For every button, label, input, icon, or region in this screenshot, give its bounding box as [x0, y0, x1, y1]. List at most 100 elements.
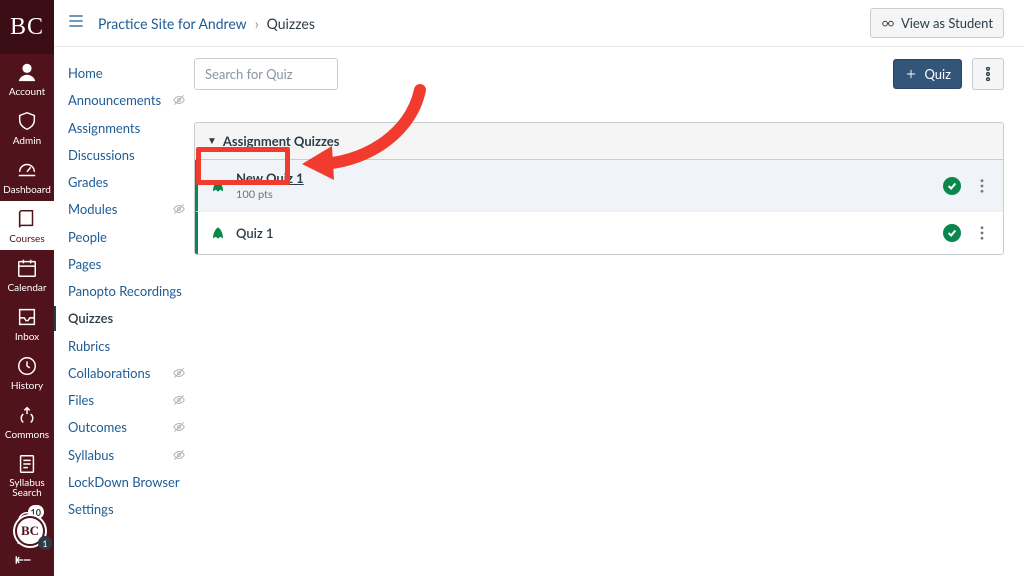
syllabus-icon	[15, 452, 39, 476]
course-nav-link[interactable]: Assignments	[68, 120, 140, 136]
nav-label: Admin	[13, 135, 41, 147]
nav-label: Account	[9, 86, 45, 98]
breadcrumb-sep: ›	[255, 15, 259, 32]
nav-label: Inbox	[15, 331, 39, 343]
quiz-title-link[interactable]: New Quiz 1	[236, 170, 304, 186]
account-icon	[15, 60, 39, 84]
published-toggle[interactable]	[943, 224, 961, 242]
course-nav-link[interactable]: Collaborations	[68, 365, 150, 381]
collapse-icon	[14, 553, 32, 567]
course-nav-link[interactable]: Quizzes	[68, 310, 113, 326]
course-nav: Home Announcements Assignments Discussions G…	[54, 47, 194, 524]
published-toggle[interactable]	[943, 177, 961, 195]
glasses-icon	[881, 16, 895, 30]
inbox-icon	[15, 305, 39, 329]
course-nav-link[interactable]: People	[68, 229, 107, 245]
course-nav-item[interactable]: Assignments	[68, 116, 194, 140]
nav-syllabus-search[interactable]: Syllabus Search	[0, 446, 54, 503]
nav-admin[interactable]: Admin	[0, 103, 54, 152]
course-nav-link[interactable]: Outcomes	[68, 419, 127, 435]
nav-inbox[interactable]: Inbox	[0, 299, 54, 348]
nav-label: History	[11, 380, 43, 392]
calendar-icon	[15, 256, 39, 280]
course-nav-link[interactable]: Syllabus	[68, 447, 114, 463]
commons-icon	[15, 403, 39, 427]
nav-account[interactable]: Account	[0, 54, 54, 103]
course-nav-item[interactable]: Settings	[68, 497, 194, 521]
quiz-title-wrap: New Quiz 1 100 pts	[236, 170, 304, 201]
course-nav-link[interactable]: Rubrics	[68, 338, 110, 354]
course-nav-item[interactable]: LockDown Browser	[68, 470, 194, 494]
brand-logo[interactable]: BC	[0, 0, 54, 54]
topbar: Practice Site for Andrew › Quizzes View …	[54, 0, 1024, 47]
quiz-row: Quiz 1	[195, 211, 1003, 254]
course-nav-item[interactable]: Panopto Recordings	[68, 279, 194, 303]
quiz-row: New Quiz 1 100 pts	[195, 160, 1003, 211]
nav-commons[interactable]: Commons	[0, 397, 54, 446]
button-label: View as Student	[901, 15, 993, 31]
hidden-eye-icon	[172, 420, 186, 434]
avatar-badge: 1	[38, 536, 52, 550]
quiz-group: ▼ Assignment Quizzes New Quiz 1 100 pts Qu…	[194, 122, 1004, 255]
hidden-eye-icon	[172, 393, 186, 407]
nav-label: Commons	[5, 429, 49, 441]
rocket-icon	[210, 225, 226, 241]
quiz-group-header[interactable]: ▼ Assignment Quizzes	[195, 123, 1003, 160]
course-nav-item[interactable]: People	[68, 225, 194, 249]
button-label: Quiz	[924, 66, 951, 82]
hidden-eye-icon	[172, 448, 186, 462]
nav-calendar[interactable]: Calendar	[0, 250, 54, 299]
course-nav-link[interactable]: Grades	[68, 174, 108, 190]
course-nav-item[interactable]: Announcements	[68, 88, 194, 112]
breadcrumb-course[interactable]: Practice Site for Andrew	[98, 15, 247, 32]
course-nav-item[interactable]: Syllabus	[68, 443, 194, 467]
course-nav-item[interactable]: Grades	[68, 170, 194, 194]
caret-down-icon: ▼	[207, 135, 217, 147]
nav-label: Syllabus Search	[0, 478, 54, 498]
page-content: Quiz ▼ Assignment Quizzes New Quiz 1 100 …	[194, 58, 1004, 255]
course-nav-link[interactable]: Settings	[68, 501, 114, 517]
course-nav-item[interactable]: Pages	[68, 252, 194, 276]
course-nav-item[interactable]: Modules	[68, 197, 194, 221]
course-nav-link[interactable]: Pages	[68, 256, 101, 272]
quiz-toolbar: Quiz	[194, 58, 1004, 90]
history-icon	[15, 354, 39, 378]
add-quiz-button[interactable]: Quiz	[893, 59, 962, 89]
course-nav-link[interactable]: Home	[68, 65, 103, 81]
quiz-row-options[interactable]	[973, 222, 991, 244]
plus-icon	[904, 67, 918, 81]
rocket-icon	[210, 178, 226, 194]
course-nav-item[interactable]: Home	[68, 61, 194, 85]
course-nav-item[interactable]: Quizzes	[54, 306, 194, 330]
course-nav-link[interactable]: Panopto Recordings	[68, 283, 182, 299]
collapse-nav[interactable]	[0, 550, 54, 570]
course-nav-link[interactable]: Discussions	[68, 147, 135, 163]
dashboard-icon	[15, 158, 39, 182]
course-nav-item[interactable]: Rubrics	[68, 334, 194, 358]
course-nav-link[interactable]: Modules	[68, 201, 117, 217]
course-nav-link[interactable]: Files	[68, 392, 94, 408]
quiz-row-options[interactable]	[973, 175, 991, 197]
breadcrumb: Practice Site for Andrew › Quizzes	[98, 15, 315, 32]
hamburger-icon[interactable]	[66, 11, 86, 35]
nav-history[interactable]: History	[0, 348, 54, 397]
nav-label: Courses	[9, 233, 44, 245]
hidden-eye-icon	[172, 93, 186, 107]
course-nav-item[interactable]: Collaborations	[68, 361, 194, 385]
course-nav-item[interactable]: Discussions	[68, 143, 194, 167]
quiz-points: 100 pts	[236, 188, 304, 201]
hidden-eye-icon	[172, 366, 186, 380]
course-nav-link[interactable]: LockDown Browser	[68, 474, 180, 490]
course-nav-item[interactable]: Files	[68, 388, 194, 412]
nav-dashboard[interactable]: Dashboard	[0, 152, 54, 201]
search-input[interactable]	[194, 58, 338, 90]
view-as-student-button[interactable]: View as Student	[870, 8, 1004, 38]
quiz-title-link[interactable]: Quiz 1	[236, 225, 274, 241]
course-nav-item[interactable]: Outcomes	[68, 415, 194, 439]
nav-courses[interactable]: Courses	[0, 201, 54, 250]
courses-icon	[15, 207, 39, 231]
quiz-title-wrap: Quiz 1	[236, 225, 274, 241]
quiz-group-title: Assignment Quizzes	[223, 133, 340, 149]
course-nav-link[interactable]: Announcements	[68, 92, 161, 108]
quiz-options-button[interactable]	[972, 58, 1004, 90]
